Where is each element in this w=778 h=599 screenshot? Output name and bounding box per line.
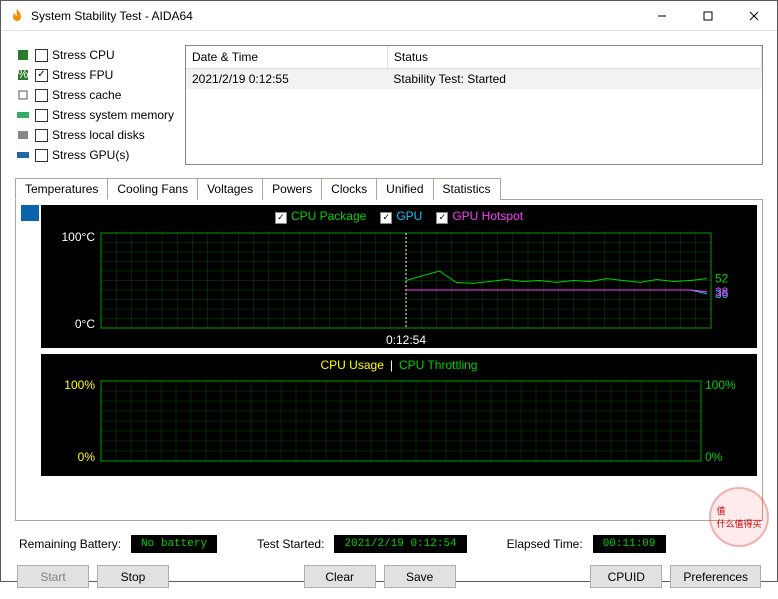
battery-label: Remaining Battery: <box>19 537 121 551</box>
save-button[interactable]: Save <box>384 565 456 588</box>
tab-bar: Temperatures Cooling Fans Voltages Power… <box>15 177 763 200</box>
tab-cooling[interactable]: Cooling Fans <box>107 178 198 200</box>
elapsed-value: 00:11:09 <box>593 535 666 553</box>
started-value: 2021/2/19 0:12:54 <box>334 535 466 553</box>
chart-canvas: 100% 0% 100% 0% <box>41 376 741 476</box>
titlebar: System Stability Test - AIDA64 <box>1 1 777 31</box>
checkbox[interactable] <box>35 89 48 102</box>
label: Stress FPU <box>52 68 113 82</box>
stop-button[interactable]: Stop <box>97 565 169 588</box>
stress-disk[interactable]: Stress local disks <box>15 125 175 145</box>
sensor-select-strip[interactable] <box>21 205 39 515</box>
legend-gpu[interactable]: GPU <box>380 209 422 224</box>
clear-button[interactable]: Clear <box>304 565 376 588</box>
checkbox[interactable] <box>35 109 48 122</box>
tab-unified[interactable]: Unified <box>376 178 433 200</box>
svg-text:100%: 100% <box>705 378 736 392</box>
legend-cpu[interactable]: CPU Package <box>275 209 366 224</box>
checkbox[interactable] <box>35 69 48 82</box>
svg-text:0:12:54: 0:12:54 <box>386 333 426 347</box>
stress-gpu[interactable]: Stress GPU(s) <box>15 145 175 165</box>
tab-voltages[interactable]: Voltages <box>197 178 263 200</box>
chart-canvas: 100°C0°C0:12:54523638 <box>41 228 741 348</box>
label: Stress system memory <box>52 108 174 122</box>
svg-text:52: 52 <box>715 271 729 285</box>
stress-cache[interactable]: Stress cache <box>15 85 175 105</box>
label: Stress local disks <box>52 128 145 142</box>
log-row[interactable]: 2021/2/19 0:12:55Stability Test: Started <box>186 68 762 89</box>
maximize-button[interactable] <box>685 1 731 31</box>
col-datetime[interactable]: Date & Time <box>186 46 387 68</box>
svg-text:0%: 0% <box>78 450 96 464</box>
close-button[interactable] <box>731 1 777 31</box>
temperature-chart: CPU Package GPU GPU Hotspot 100°C 0°C 0:12… <box>41 205 757 348</box>
checkbox[interactable] <box>35 49 48 62</box>
elapsed-label: Elapsed Time: <box>507 537 583 551</box>
minimize-button[interactable] <box>639 1 685 31</box>
battery-value: No battery <box>131 535 217 553</box>
svg-text:100°C: 100°C <box>62 230 96 244</box>
cache-icon <box>15 87 31 103</box>
event-log[interactable]: Date & TimeStatus 2021/2/19 0:12:55Stabi… <box>185 45 763 165</box>
tab-temperatures[interactable]: Temperatures <box>15 178 108 200</box>
started-label: Test Started: <box>257 537 324 551</box>
cpu-icon <box>15 47 31 63</box>
button-row: Start Stop Clear Save CPUID Preferences <box>15 565 763 588</box>
tab-clocks[interactable]: Clocks <box>321 178 377 200</box>
stress-cpu[interactable]: Stress CPU <box>15 45 175 65</box>
gpu-icon <box>15 147 31 163</box>
col-status[interactable]: Status <box>387 46 761 68</box>
stress-fpu[interactable]: % Stress FPU <box>15 65 175 85</box>
tab-powers[interactable]: Powers <box>262 178 322 200</box>
label: Stress GPU(s) <box>52 148 129 162</box>
svg-text:100%: 100% <box>64 378 95 392</box>
legend-throttling: CPU Throttling <box>399 358 477 372</box>
app-icon <box>9 8 25 24</box>
stress-options: Stress CPU % Stress FPU Stress cache Stre… <box>15 45 175 165</box>
tab-statistics[interactable]: Statistics <box>433 178 501 200</box>
checkbox[interactable] <box>35 149 48 162</box>
checkbox[interactable] <box>35 129 48 142</box>
window-title: System Stability Test - AIDA64 <box>31 9 639 23</box>
status-bar: Remaining Battery: No battery Test Start… <box>15 535 763 553</box>
legend-usage: CPU Usage <box>321 358 384 372</box>
disk-icon <box>15 127 31 143</box>
usage-chart: CPU Usage|CPU Throttling 100%0%100%0% <box>41 354 757 476</box>
svg-text:0°C: 0°C <box>75 317 95 331</box>
legend-hotspot[interactable]: GPU Hotspot <box>436 209 523 224</box>
svg-text:38: 38 <box>715 284 729 298</box>
label: Stress cache <box>52 88 121 102</box>
label: Stress CPU <box>52 48 115 62</box>
preferences-button[interactable]: Preferences <box>670 565 761 588</box>
memory-icon <box>15 107 31 123</box>
fpu-icon: % <box>15 67 31 83</box>
svg-text:0%: 0% <box>705 450 723 464</box>
stress-mem[interactable]: Stress system memory <box>15 105 175 125</box>
cpuid-button[interactable]: CPUID <box>590 565 662 588</box>
svg-text:%: % <box>18 68 29 81</box>
tab-panel: CPU Package GPU GPU Hotspot 100°C 0°C 0:12… <box>15 200 763 521</box>
start-button[interactable]: Start <box>17 565 89 588</box>
